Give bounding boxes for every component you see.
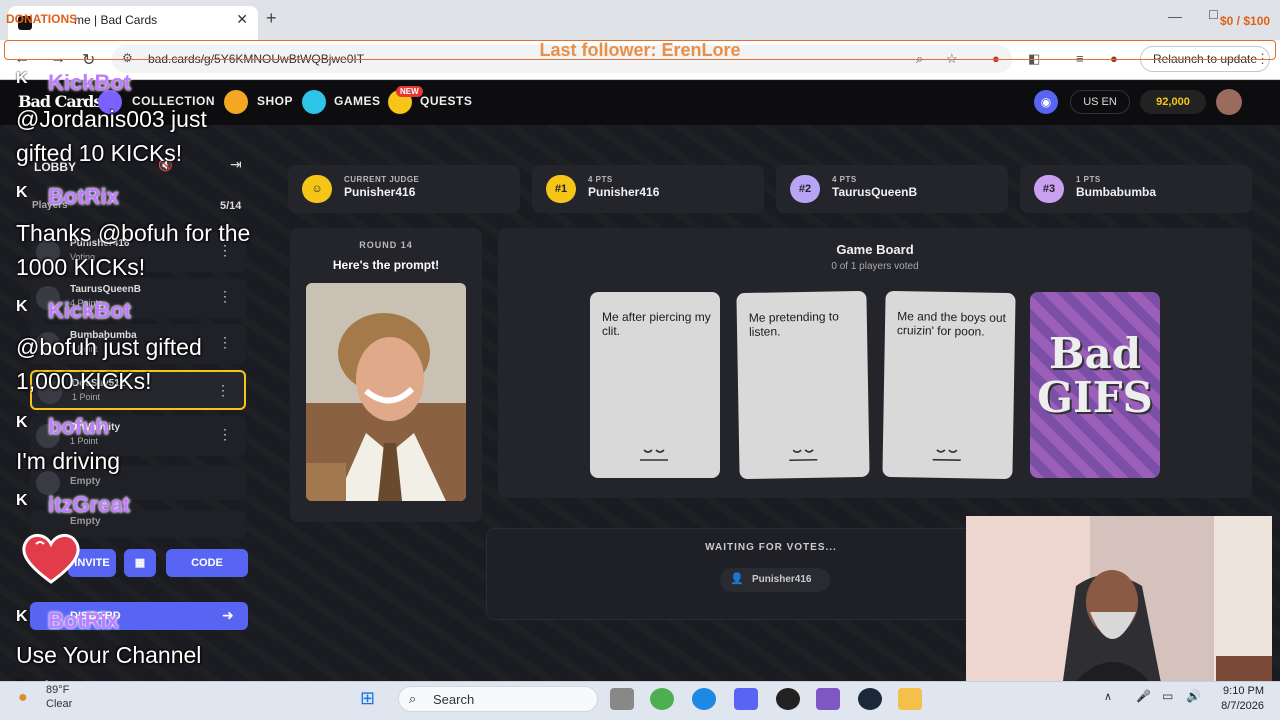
answer-card[interactable]: Me pretending to listen.	[736, 290, 870, 480]
score-sub: CURRENT JUDGE	[344, 175, 420, 184]
tab-title: me | Bad Cards	[74, 13, 158, 27]
nav-quests[interactable]: QUESTS	[420, 94, 472, 108]
deck-logo: Bad GIFS	[1030, 332, 1160, 420]
donation-goal-amount: $0 / $100	[1220, 14, 1271, 28]
answer-text: Me and the boys out cruizin' for poon.	[896, 309, 1007, 339]
chat-username: bofuh	[48, 414, 110, 439]
chat-message: Use Your Channel	[16, 642, 202, 668]
chat-message: gifted 10 KICKs!	[16, 140, 183, 166]
file-explorer-icon[interactable]	[898, 688, 922, 710]
screen: me | Bad Cards ✕ + — ☐ ← → ↻ ⚙ bad.cards…	[0, 0, 1280, 720]
answer-text: Me pretending to listen.	[748, 309, 839, 339]
weather-description[interactable]: Clear	[46, 698, 72, 710]
language-selector[interactable]: US EN	[1070, 90, 1130, 114]
prompt-heading: Here's the prompt!	[332, 258, 440, 272]
judge-icon: ☺	[302, 175, 332, 203]
weather-temperature[interactable]: 89°F	[46, 684, 69, 696]
rank-badge: #1	[546, 175, 576, 203]
clock-date[interactable]: 8/7/2026	[1204, 700, 1264, 712]
sleepy-face-icon	[640, 449, 668, 461]
deck-logo-line-1: Bad	[1048, 329, 1142, 378]
obs-icon[interactable]	[776, 688, 800, 710]
minimize-icon[interactable]: —	[1168, 8, 1182, 24]
chat-message: 1,000 KICKs!	[16, 368, 152, 394]
user-icon: 👤	[730, 573, 744, 585]
new-badge: NEW	[396, 86, 423, 97]
kick-icon: K	[16, 492, 28, 509]
app-icon[interactable]	[816, 688, 840, 710]
chat-username: BotRix	[48, 608, 119, 633]
discord-icon[interactable]: ◉	[1034, 90, 1058, 114]
score-name: TaurusQueenB	[832, 185, 918, 199]
votes-count: 0 of 1 players voted	[831, 261, 919, 272]
kick-icon: K	[16, 70, 28, 87]
answer-text: Me after piercing my clit.	[602, 310, 711, 338]
chat-message: 1000 KICKs!	[16, 254, 146, 280]
chat-username: KickBot	[48, 298, 132, 323]
kick-icon: K	[16, 414, 28, 431]
steam-icon[interactable]	[858, 688, 882, 710]
microphone-icon[interactable]: 🎤	[1136, 689, 1151, 703]
games-icon	[302, 90, 326, 114]
chat-username: KickBot	[48, 70, 132, 95]
score-name: Punisher416	[344, 185, 416, 199]
prompt-gif	[306, 283, 466, 501]
volume-icon[interactable]: 🔊	[1186, 689, 1201, 703]
clock-time[interactable]: 9:10 PM	[1214, 685, 1264, 697]
tray-chevron-icon[interactable]: ∧	[1104, 690, 1112, 703]
rank-1-card: #1 4 PTS Punisher416	[532, 165, 764, 213]
score-name: Bumbabumba	[1076, 185, 1157, 199]
windows-start-icon[interactable]: ⊞	[360, 688, 375, 709]
new-tab-icon[interactable]: +	[266, 8, 277, 29]
game-board-title: Game Board	[836, 242, 914, 257]
rank-3-card: #3 1 PTS Bumbabumba	[1020, 165, 1252, 213]
user-avatar[interactable]	[1216, 89, 1242, 115]
weather-icon: ●	[18, 689, 28, 706]
chat-message: @Jordanis003 just	[16, 106, 207, 132]
chrome-icon[interactable]	[650, 688, 674, 710]
deck-logo-line-2: GIFS	[1037, 373, 1153, 422]
stream-chat-overlay: K KickBot @Jordanis003 just gifted 10 KI…	[14, 64, 304, 704]
search-icon: ⌕	[409, 691, 417, 706]
taskbar	[0, 681, 1280, 720]
answer-card[interactable]: Me and the boys out cruizin' for poon.	[882, 290, 1016, 480]
nav-games[interactable]: GAMES	[334, 94, 381, 108]
current-judge-card: ☺ CURRENT JUDGE Punisher416	[288, 165, 520, 213]
chat-message: @bofuh just gifted	[16, 334, 202, 360]
sleepy-face-icon	[932, 449, 961, 462]
kick-icon: K	[16, 298, 28, 315]
taskbar-search[interactable]: ⌕ Search	[398, 686, 598, 712]
chat-message: I'm driving	[16, 448, 121, 474]
heart-sticker-icon	[22, 534, 80, 584]
rank-badge: #3	[1034, 175, 1064, 203]
donation-goal-label: DONATIONS	[6, 12, 78, 26]
maximize-icon[interactable]: ☐	[1208, 8, 1219, 22]
chat-message: Thanks @bofuh for the	[16, 220, 251, 246]
taskbar-search-label: Search	[433, 692, 475, 707]
score-sub: 4 PTS	[588, 175, 613, 184]
rank-2-card: #2 4 PTS TaurusQueenB	[776, 165, 1008, 213]
deck-card-back: Bad GIFS	[1030, 292, 1160, 478]
network-icon[interactable]: ▭	[1162, 689, 1173, 703]
coin-balance[interactable]: 92,000	[1140, 90, 1206, 114]
last-follower: Last follower: ErenLore	[539, 40, 741, 60]
webcam-feed	[966, 516, 1272, 688]
edge-icon[interactable]	[692, 688, 716, 710]
score-sub: 1 PTS	[1076, 175, 1101, 184]
chat-username: itzGreat	[48, 492, 130, 517]
settings-icon[interactable]	[610, 688, 634, 710]
chat-username: BotRix	[48, 184, 119, 209]
answer-card[interactable]: Me after piercing my clit.	[590, 292, 720, 478]
score-sub: 4 PTS	[832, 175, 857, 184]
discord-taskbar-icon[interactable]	[734, 688, 758, 710]
sleepy-face-icon	[789, 449, 818, 462]
close-tab-icon[interactable]: ✕	[236, 11, 248, 28]
rank-badge: #2	[790, 175, 820, 203]
kick-icon: K	[16, 608, 28, 625]
score-name: Punisher416	[588, 185, 660, 199]
kick-icon: K	[16, 184, 28, 201]
round-label: ROUND 14	[359, 240, 413, 250]
